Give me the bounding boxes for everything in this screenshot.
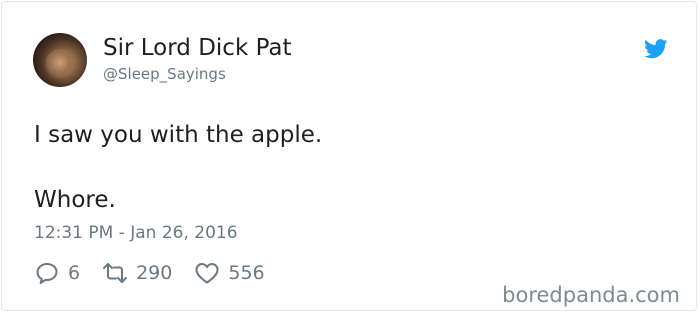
tweet-actions: 6 290 556 <box>34 260 287 286</box>
twitter-bird-icon[interactable] <box>644 39 668 59</box>
tweet-text-line-2: Whore. <box>34 187 116 213</box>
tweet-card: Sir Lord Dick Pat @Sleep_Sayings I saw y… <box>1 1 697 311</box>
display-name[interactable]: Sir Lord Dick Pat <box>103 34 292 62</box>
like-count: 556 <box>228 262 265 284</box>
reply-icon <box>36 263 58 284</box>
like-button[interactable]: 556 <box>194 261 265 285</box>
user-handle[interactable]: @Sleep_Sayings <box>103 64 226 84</box>
heart-icon <box>195 263 219 284</box>
tweet-timestamp[interactable]: 12:31 PM - Jan 26, 2016 <box>34 222 238 244</box>
retweet-icon <box>103 263 128 283</box>
avatar[interactable] <box>33 33 87 87</box>
retweet-button[interactable]: 290 <box>102 261 172 285</box>
reply-button[interactable]: 6 <box>34 261 80 285</box>
watermark: boredpanda.com <box>502 283 680 307</box>
retweet-count: 290 <box>136 262 173 284</box>
avatar-face <box>45 49 75 79</box>
tweet-text-line-1: I saw you with the apple. <box>34 122 323 148</box>
reply-count: 6 <box>68 262 81 284</box>
